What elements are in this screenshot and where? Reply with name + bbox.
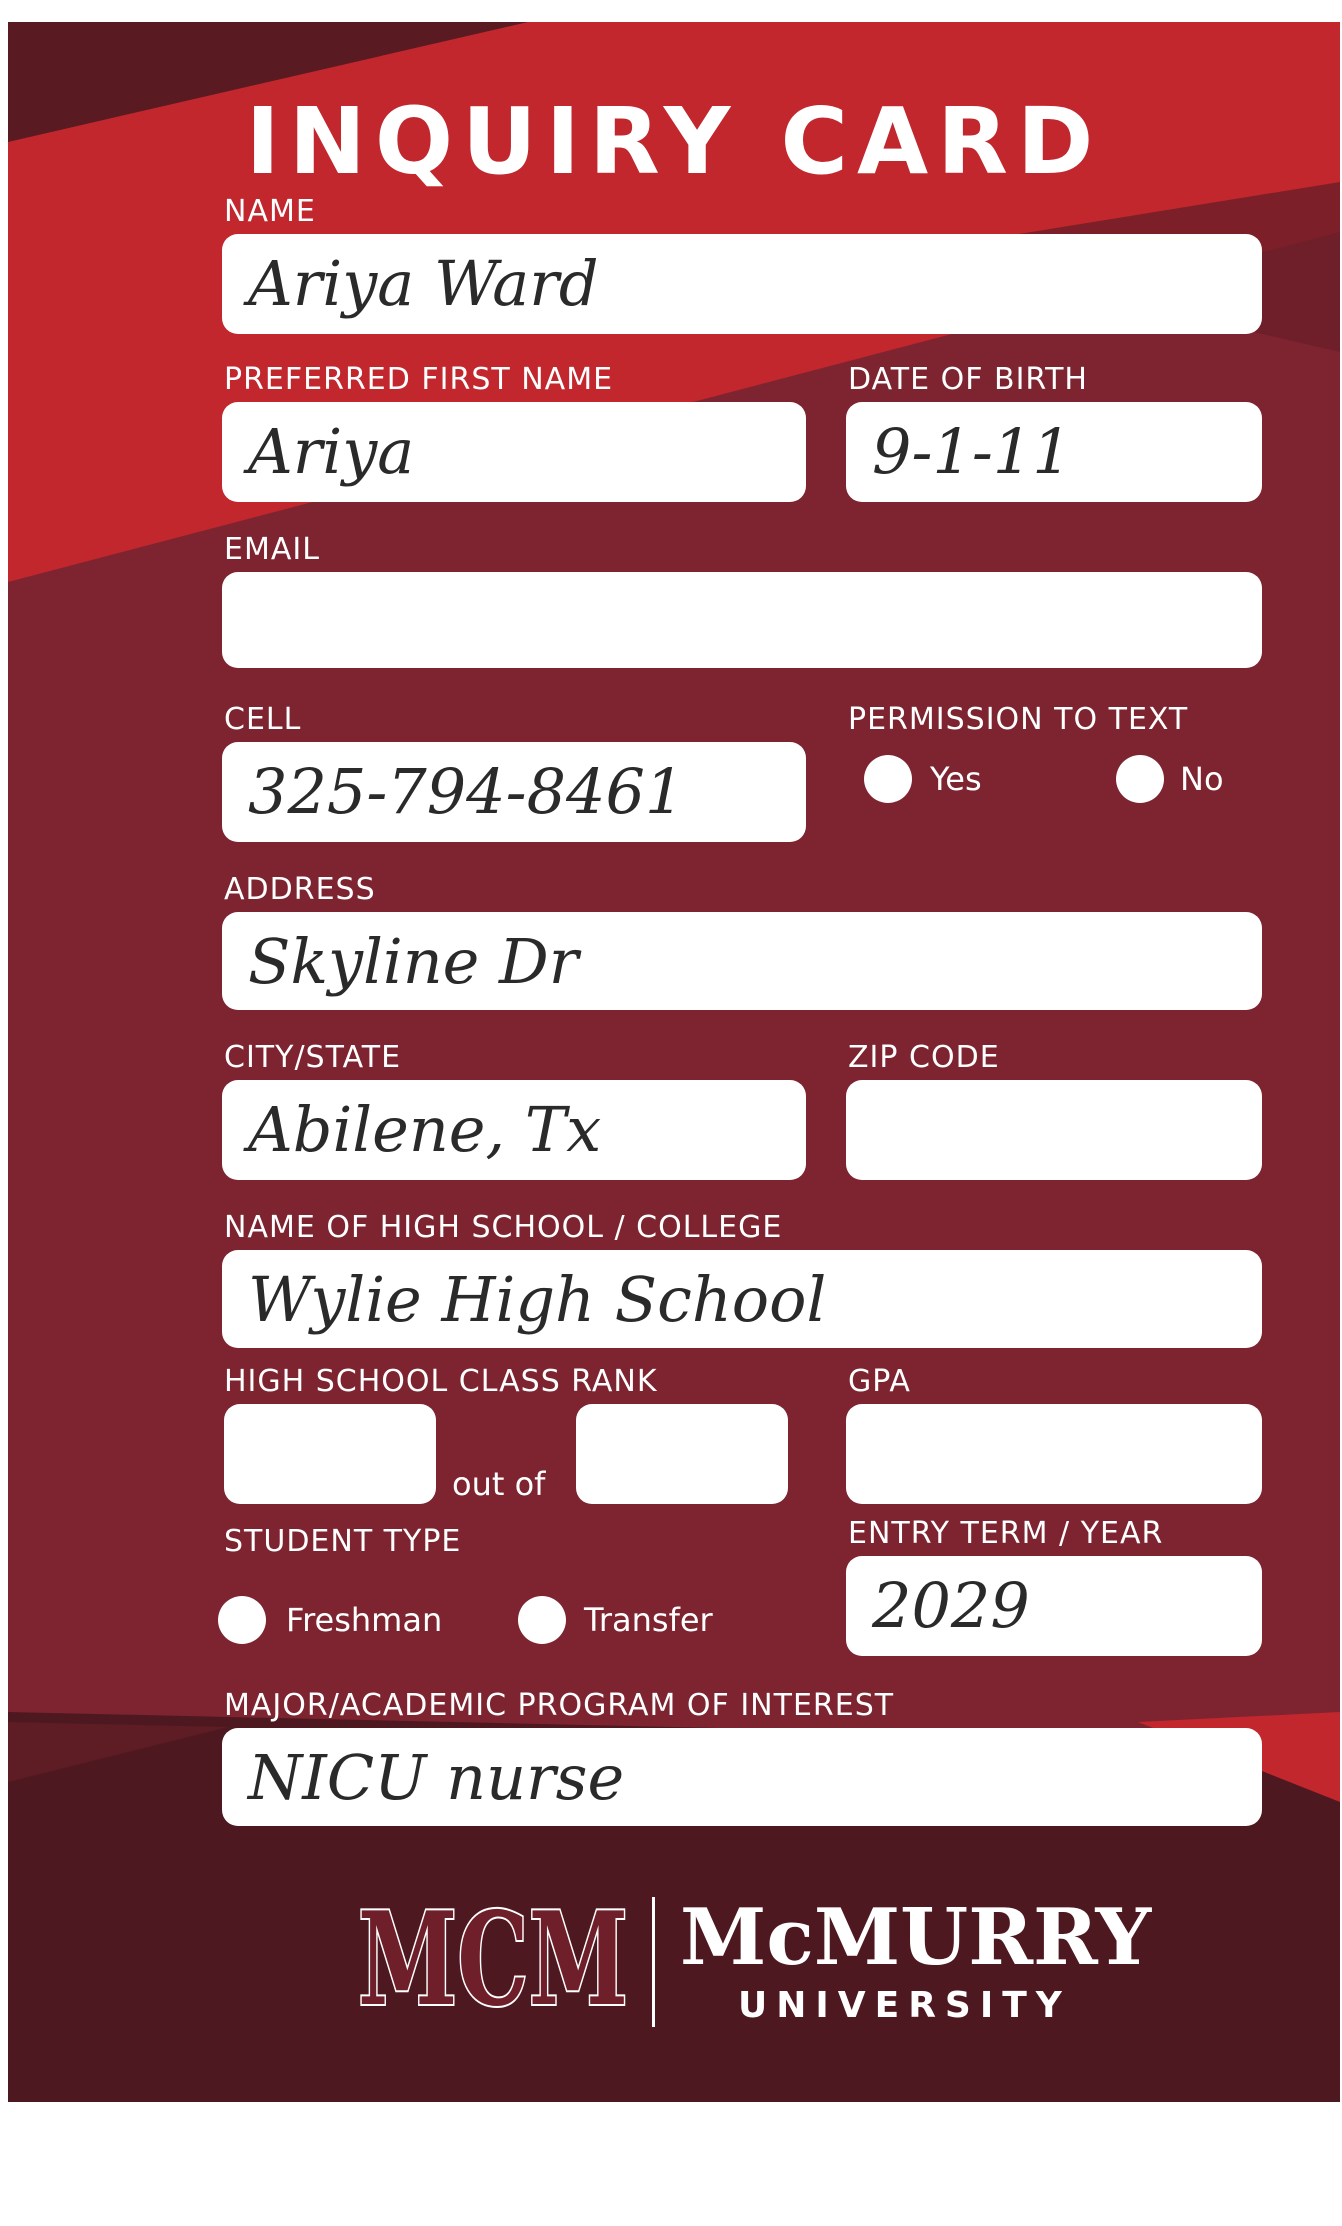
- email-label: EMAIL: [224, 532, 320, 567]
- card-title: INQUIRY CARD: [245, 88, 1103, 195]
- city-state-value: Abilene, Tx: [248, 1093, 602, 1166]
- city-state-label: CITY/STATE: [224, 1040, 402, 1075]
- date-of-birth-label: DATE OF BIRTH: [848, 362, 1088, 397]
- entry-term-value: 2029: [872, 1569, 1030, 1642]
- permission-no-radio[interactable]: [1116, 755, 1164, 803]
- mcm-monogram-logo: MCM: [356, 1892, 630, 2022]
- permission-to-text-label: PERMISSION TO TEXT: [848, 702, 1189, 737]
- gpa-label: GPA: [848, 1364, 911, 1399]
- zip-code-field[interactable]: [846, 1080, 1262, 1180]
- entry-term-field[interactable]: 2029: [846, 1556, 1262, 1656]
- preferred-first-name-label: PREFERRED FIRST NAME: [224, 362, 614, 397]
- monogram-text: MCM: [358, 1892, 628, 2022]
- name-field[interactable]: Ariya Ward: [222, 234, 1262, 334]
- city-state-field[interactable]: Abilene, Tx: [222, 1080, 806, 1180]
- cell-field[interactable]: 325-794-8461: [222, 742, 806, 842]
- zip-code-label: ZIP CODE: [848, 1040, 1000, 1075]
- entry-term-label: ENTRY TERM / YEAR: [848, 1516, 1164, 1551]
- class-rank-label: HIGH SCHOOL CLASS RANK: [224, 1364, 658, 1399]
- name-label: NAME: [224, 194, 316, 229]
- preferred-first-name-field[interactable]: Ariya: [222, 402, 806, 502]
- brand-subtitle: UNIVERSITY: [738, 1985, 1071, 2026]
- student-type-label: STUDENT TYPE: [224, 1524, 462, 1559]
- freshman-label: Freshman: [286, 1601, 443, 1639]
- cell-label: CELL: [224, 702, 302, 737]
- date-of-birth-value: 9-1-11: [872, 415, 1072, 488]
- gpa-field[interactable]: [846, 1404, 1262, 1504]
- transfer-label: Transfer: [584, 1601, 713, 1639]
- major-value: NICU nurse: [248, 1741, 625, 1814]
- transfer-radio[interactable]: [518, 1596, 566, 1644]
- out-of-label: out of: [452, 1465, 546, 1503]
- preferred-first-name-value: Ariya: [248, 415, 415, 488]
- freshman-radio[interactable]: [218, 1596, 266, 1644]
- school-value: Wylie High School: [248, 1263, 827, 1336]
- major-field[interactable]: NICU nurse: [222, 1728, 1262, 1826]
- email-field[interactable]: [222, 572, 1262, 668]
- major-label: MAJOR/ACADEMIC PROGRAM OF INTEREST: [224, 1688, 895, 1723]
- address-field[interactable]: Skyline Dr: [222, 912, 1262, 1010]
- school-label: NAME OF HIGH SCHOOL / COLLEGE: [224, 1210, 783, 1245]
- permission-no-label: No: [1180, 760, 1224, 798]
- cell-value: 325-794-8461: [248, 755, 685, 828]
- school-field[interactable]: Wylie High School: [222, 1250, 1262, 1348]
- address-value: Skyline Dr: [248, 925, 579, 998]
- date-of-birth-field[interactable]: 9-1-11: [846, 402, 1262, 502]
- brand-name: McMURRY: [680, 1892, 1152, 1983]
- address-label: ADDRESS: [224, 872, 376, 907]
- permission-yes-label: Yes: [930, 760, 982, 798]
- class-rank-total-field[interactable]: [576, 1404, 788, 1504]
- logo-divider: [652, 1897, 655, 2027]
- class-rank-field[interactable]: [224, 1404, 436, 1504]
- permission-yes-radio[interactable]: [864, 755, 912, 803]
- inquiry-card: INQUIRY CARD NAME Ariya Ward PREFERRED F…: [8, 22, 1340, 2102]
- name-value: Ariya Ward: [248, 247, 599, 320]
